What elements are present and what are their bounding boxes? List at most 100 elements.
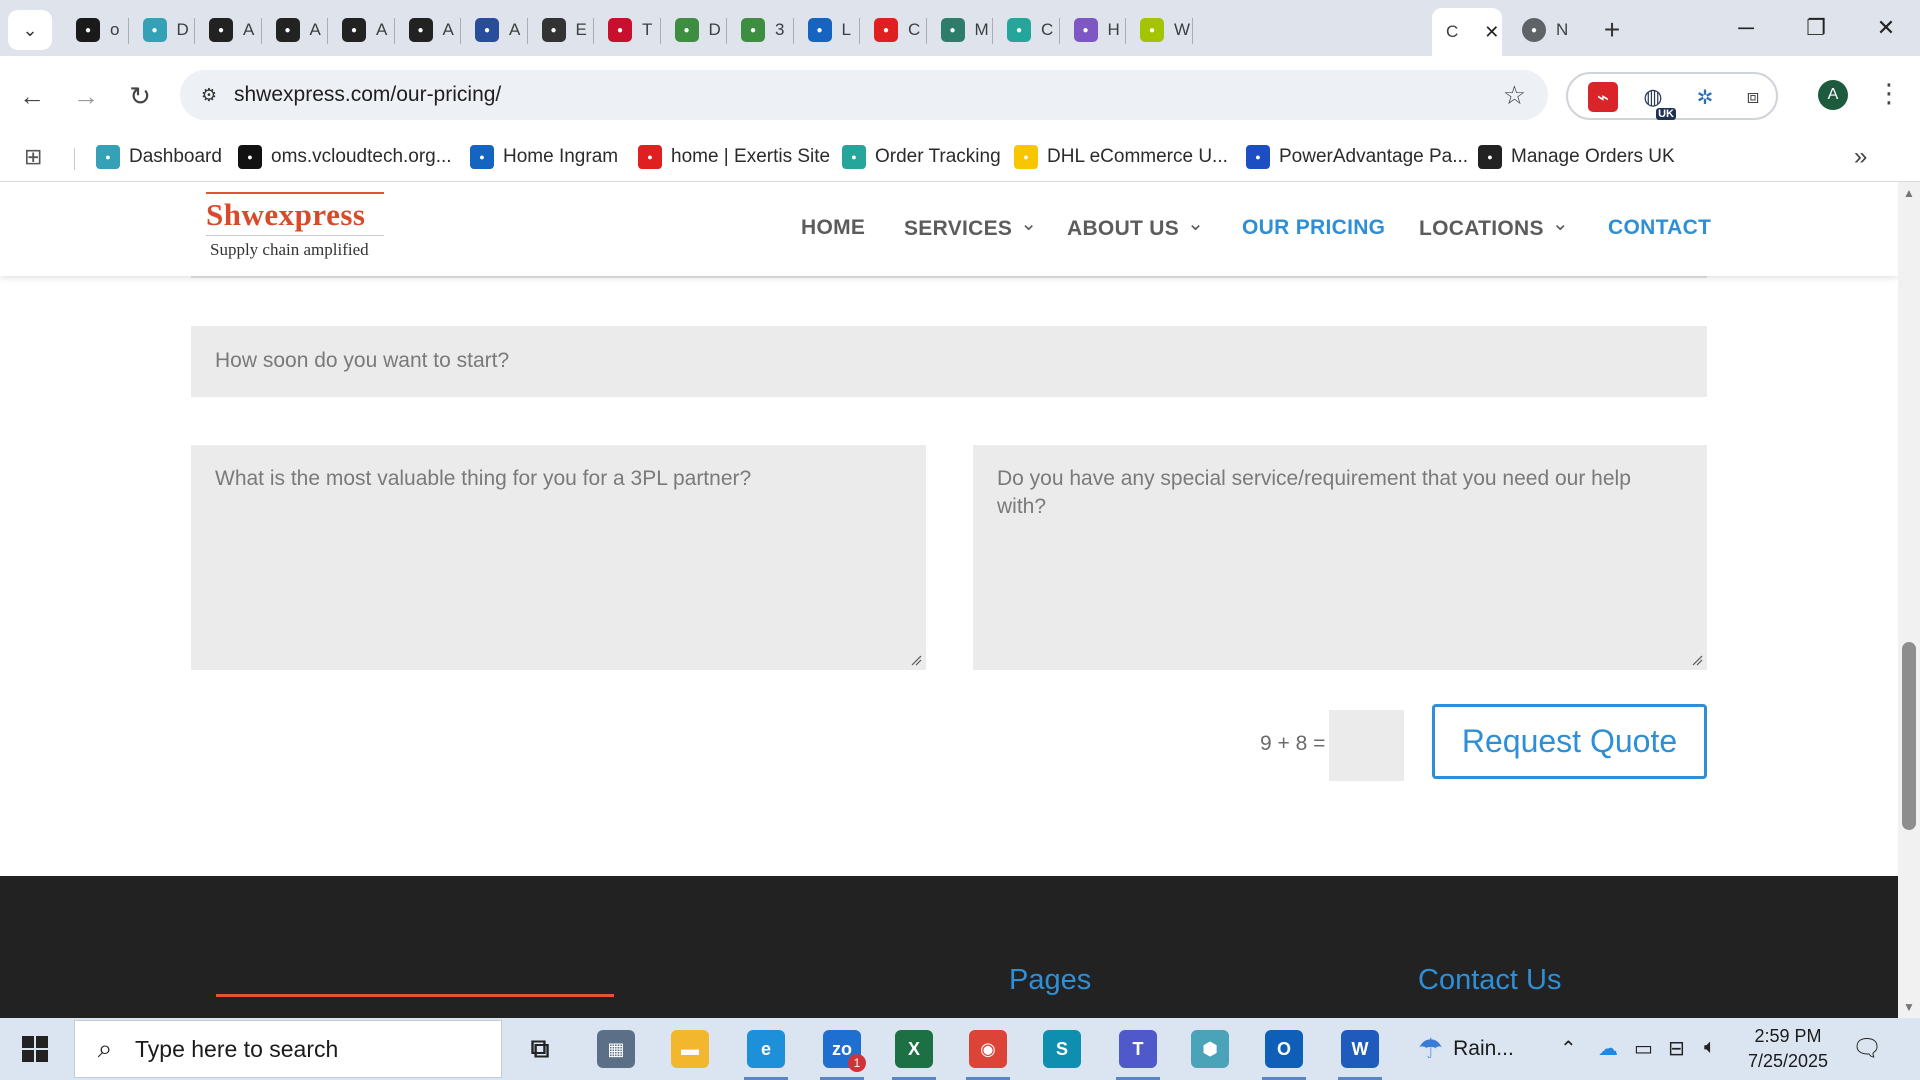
word-taskbar-button[interactable]: W	[1330, 1026, 1390, 1080]
nav-item-locations[interactable]: LOCATIONS ⌄	[1419, 213, 1569, 241]
browser-tab[interactable]: ● o	[62, 8, 129, 52]
outlook-taskbar-button[interactable]: O	[1254, 1026, 1314, 1080]
bookmark-item[interactable]: ● Home Ingram	[470, 142, 618, 172]
nav-item-home[interactable]: HOME	[801, 216, 865, 240]
bookmark-item[interactable]: ● Dashboard	[96, 142, 222, 172]
logo-divider	[206, 235, 384, 236]
volume-icon[interactable]: 🔈︎	[1704, 1036, 1716, 1059]
profile-avatar[interactable]: A	[1818, 80, 1848, 110]
url-text[interactable]: shwexpress.com/our-pricing/	[234, 83, 501, 107]
browser-tab[interactable]: ● D	[661, 8, 728, 52]
app-hex-taskbar-button[interactable]: ⬢	[1180, 1026, 1240, 1072]
edge-taskbar-button[interactable]: e	[736, 1026, 796, 1080]
globe-uk-extension-icon[interactable]: ◍ UK	[1638, 82, 1676, 120]
onedrive-cloud-icon[interactable]: ☁	[1598, 1036, 1618, 1061]
teams-taskbar-button[interactable]: T	[1108, 1026, 1168, 1080]
browser-tab[interactable]: ● C	[993, 8, 1060, 52]
browser-tab[interactable]: ● A	[461, 8, 528, 52]
network-icon[interactable]: ⊟	[1668, 1036, 1685, 1061]
bookmark-item[interactable]: ● home | Exertis Site	[638, 142, 830, 172]
address-bar[interactable]: ⚙ shwexpress.com/our-pricing/ ☆	[180, 70, 1548, 120]
active-browser-tab[interactable]: C ✕	[1432, 8, 1502, 56]
bookmarks-overflow-button[interactable]: »	[1854, 142, 1867, 172]
show-hidden-icons-chevron-icon[interactable]: ⌃	[1560, 1036, 1577, 1061]
scroll-down-arrow-icon[interactable]: ▼	[1903, 1000, 1915, 1014]
logo-top-rule	[206, 192, 384, 194]
bookmark-item[interactable]: ● Order Tracking	[842, 142, 1001, 172]
browser-tab[interactable]: ● 3	[727, 8, 794, 52]
bookmark-label: Home Ingram	[503, 146, 619, 167]
browser-tab[interactable]: ● A	[195, 8, 262, 52]
resize-handle-icon[interactable]	[910, 654, 922, 666]
chrome-menu-icon[interactable]: ⋮	[1876, 78, 1902, 109]
resize-handle-icon[interactable]	[1691, 654, 1703, 666]
browser-tab[interactable]: ● A	[262, 8, 329, 52]
browser-tab[interactable]: ● M	[927, 8, 994, 52]
tab-title: W	[1174, 20, 1191, 39]
apps-grid-icon[interactable]: ⊞	[24, 142, 42, 172]
browser-tab[interactable]: ● D	[129, 8, 196, 52]
chrome-taskbar-button[interactable]: ◉	[958, 1026, 1018, 1080]
excel-taskbar-button[interactable]: X	[884, 1026, 944, 1080]
logo-name: Shwexpress	[206, 197, 366, 232]
nav-item-services[interactable]: SERVICES ⌄	[904, 213, 1037, 241]
calculator-taskbar-button[interactable]: ▦	[586, 1026, 646, 1072]
back-button[interactable]: ←	[12, 76, 52, 116]
close-tab-icon[interactable]: ✕	[1484, 22, 1499, 43]
request-quote-button[interactable]: Request Quote	[1432, 704, 1707, 779]
browser-tab[interactable]: ● E	[528, 8, 595, 52]
gear-extension-icon[interactable]: ✲	[1690, 82, 1720, 112]
nav-item-contact[interactable]: CONTACT	[1608, 216, 1711, 240]
bookmark-item[interactable]: ● Manage Orders UK	[1478, 142, 1675, 172]
system-clock[interactable]: 2:59 PM 7/25/2025	[1740, 1024, 1836, 1074]
bookmark-item[interactable]: ● DHL eCommerce U...	[1014, 142, 1228, 172]
restore-button[interactable]: ❐	[1786, 10, 1846, 46]
close-window-button[interactable]: ✕	[1856, 10, 1916, 46]
browser-tab[interactable]: ● A	[395, 8, 462, 52]
tab-title: A	[243, 20, 255, 39]
bookmark-item[interactable]: ● PowerAdvantage Pa...	[1246, 142, 1468, 172]
battery-icon[interactable]: ▭	[1634, 1036, 1653, 1061]
task-view-taskbar-button[interactable]: ⧉	[510, 1026, 570, 1072]
logo-tagline: Supply chain amplified	[210, 240, 369, 259]
browser-tab[interactable]: ● N	[1508, 8, 1578, 52]
file-explorer-taskbar-button[interactable]: ▬	[660, 1026, 720, 1072]
start-button[interactable]	[0, 1018, 70, 1080]
puzzle-extensions-icon[interactable]: ⧈	[1738, 82, 1768, 112]
tab-title: C	[1446, 22, 1459, 41]
taskbar-search-box[interactable]: ⌕ Type here to search	[74, 1020, 502, 1078]
browser-tab[interactable]: ● T	[594, 8, 661, 52]
start-timing-field[interactable]: How soon do you want to start?	[191, 326, 1707, 397]
browser-tab[interactable]: ● H	[1060, 8, 1127, 52]
page-scrollbar[interactable]: ▲ ▼	[1898, 182, 1920, 1018]
tab-search-button[interactable]: ⌄	[8, 10, 52, 50]
scroll-up-arrow-icon[interactable]: ▲	[1903, 186, 1915, 200]
zoho-taskbar-button[interactable]: zo 1	[812, 1026, 872, 1080]
site-info-icon[interactable]: ⚙	[196, 82, 222, 108]
browser-tab[interactable]: ● L	[794, 8, 861, 52]
nav-item-about-us[interactable]: ABOUT US ⌄	[1067, 213, 1204, 241]
minimize-button[interactable]: ─	[1716, 10, 1776, 46]
reload-button[interactable]: ↻	[120, 76, 160, 116]
tab-separator	[1191, 18, 1193, 44]
bookmark-star-icon[interactable]: ☆	[1503, 80, 1526, 111]
weather-widget[interactable]: ☂ Rain...	[1418, 1032, 1514, 1065]
acrobat-extension-icon[interactable]: ⌁	[1588, 82, 1618, 112]
sway-taskbar-button[interactable]: S	[1032, 1026, 1092, 1072]
tab-title: A	[509, 20, 521, 39]
exertis-icon: ●	[638, 145, 662, 169]
bookmark-item[interactable]: ● oms.vcloudtech.org...	[238, 142, 452, 172]
outlook-icon: O	[1265, 1030, 1303, 1068]
nav-item-our-pricing[interactable]: OUR PRICING	[1242, 216, 1385, 240]
valuable-thing-textarea[interactable]: What is the most valuable thing for you …	[191, 445, 926, 670]
new-tab-button[interactable]: +	[1594, 12, 1630, 48]
special-requirement-textarea[interactable]: Do you have any special service/requirem…	[973, 445, 1707, 670]
forward-button[interactable]: →	[66, 76, 106, 116]
browser-tab[interactable]: ● W	[1126, 8, 1193, 52]
scrollbar-thumb[interactable]	[1902, 642, 1916, 830]
site-logo[interactable]: Shwexpress Supply chain amplified	[206, 192, 384, 260]
notifications-icon[interactable]: 🗨︎	[1852, 1034, 1882, 1063]
captcha-answer-input[interactable]	[1329, 710, 1404, 781]
browser-tab[interactable]: ● A	[328, 8, 395, 52]
browser-tab[interactable]: ● C	[860, 8, 927, 52]
